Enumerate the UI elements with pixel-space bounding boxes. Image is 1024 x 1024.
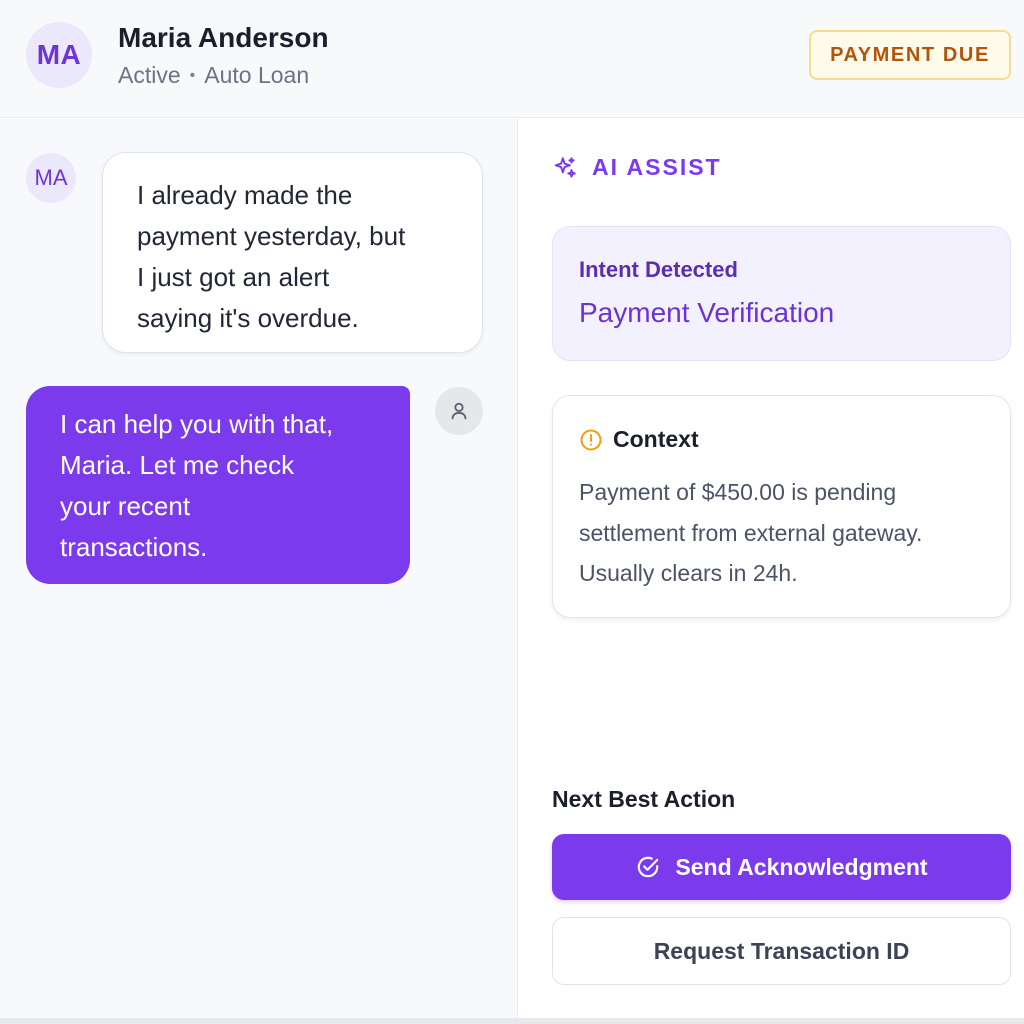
request-transaction-id-label: Request Transaction ID [653,937,910,964]
next-best-action-label: Next Best Action [552,786,736,812]
intent-label: Intent Detected [579,257,738,282]
context-card: Context Payment of $450.00 is pending se… [552,395,1011,618]
context-line: Usually clears in 24h. [579,560,798,586]
window-bottom-edge [0,1018,1024,1024]
agent-avatar [435,387,483,435]
user-icon [448,400,470,422]
subtitle-separator: • [189,66,196,84]
customer-status: Active [118,62,181,88]
context-header: Context [579,426,699,453]
message-line: I already made the [137,180,353,210]
message-line: I can help you with that, [60,409,334,439]
check-circle-icon [635,854,661,880]
request-transaction-id-button[interactable]: Request Transaction ID [552,917,1011,985]
payment-status-badge: PAYMENT DUE [809,30,1011,80]
context-title: Context [613,426,699,452]
customer-message-bubble: I already made the payment yesterday, bu… [102,152,483,353]
intent-card: Intent Detected Payment Verification [552,226,1011,361]
app-window: MA Maria Anderson Active • Auto Loan PAY… [0,0,1024,1024]
customer-avatar: MA [26,22,92,88]
message-line: your recent [60,491,191,521]
customer-product: Auto Loan [204,62,310,88]
message-line: transactions. [60,532,208,562]
context-body: Payment of $450.00 is pending settlement… [579,472,989,594]
context-line: Payment of $450.00 is pending [579,479,897,505]
message-customer-avatar: MA [26,153,76,203]
customer-header: MA Maria Anderson Active • Auto Loan PAY… [0,0,1024,118]
agent-message-bubble: I can help you with that, Maria. Let me … [26,386,410,584]
message-line: Maria. Let me check [60,450,295,480]
message-line: I just got an alert [137,262,330,292]
send-acknowledgment-button[interactable]: Send Acknowledgment [552,834,1011,900]
message-line: saying it's overdue. [137,303,359,333]
message-line: payment yesterday, but [137,221,406,251]
ai-assist-title: AI ASSIST [552,154,722,181]
alert-circle-icon [579,428,603,452]
intent-value: Payment Verification [579,297,835,328]
customer-subtitle: Active • Auto Loan [118,62,309,89]
ai-assist-label: AI ASSIST [592,154,722,180]
sparkles-icon [552,155,578,181]
context-line: settlement from external gateway. [579,519,923,546]
send-acknowledgment-label: Send Acknowledgment [675,853,928,880]
customer-name: Maria Anderson [118,22,329,53]
